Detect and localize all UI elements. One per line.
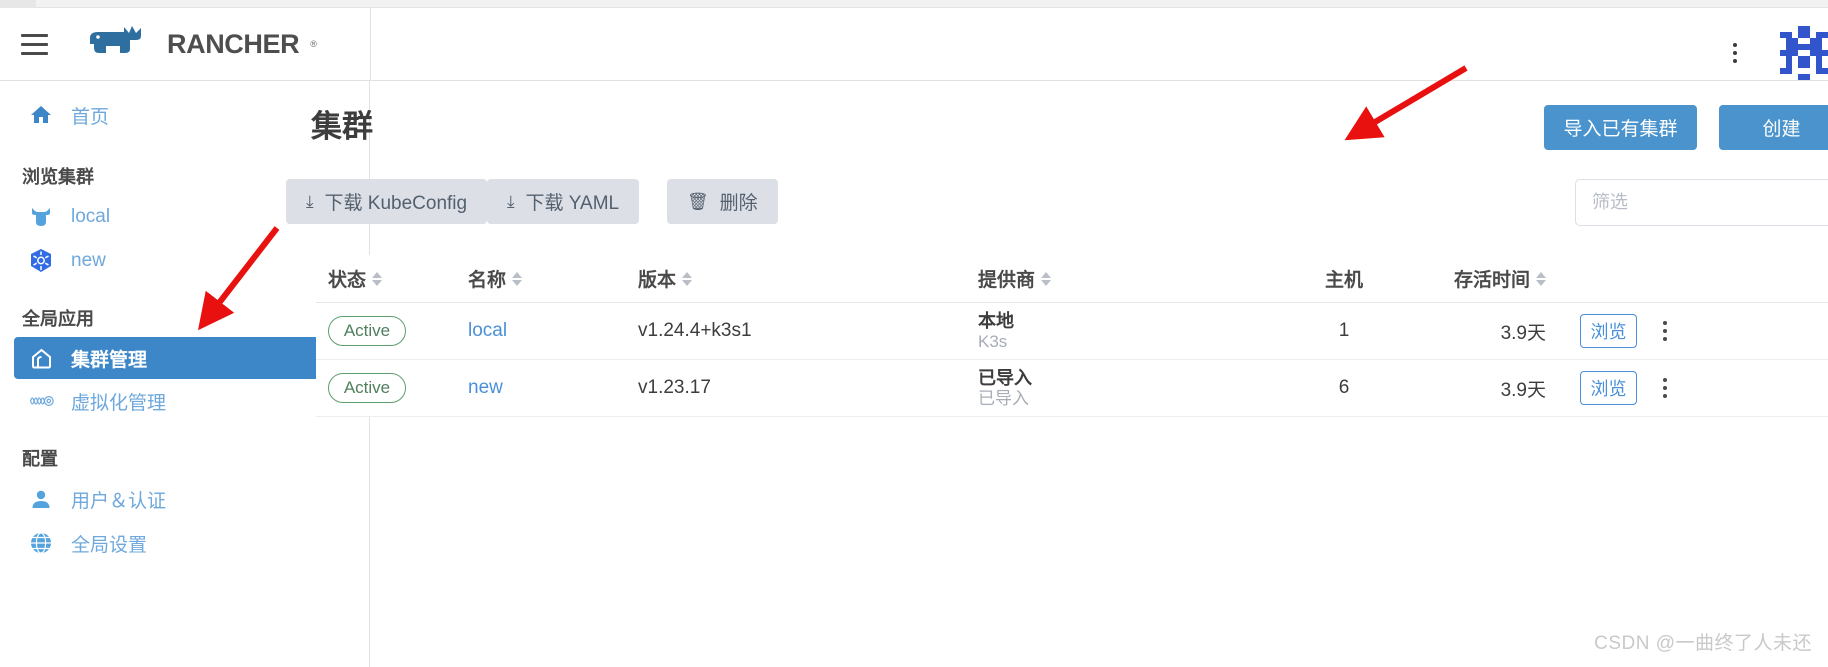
window-chrome-strip — [0, 0, 1828, 8]
delete-button[interactable]: 🗑 删除 — [667, 179, 778, 224]
filter-input[interactable] — [1575, 179, 1828, 226]
status-badge: Active — [328, 316, 406, 346]
cell-age: 3.9天 — [1500, 322, 1546, 344]
sidebar-item-virtualization-label: 虚拟化管理 — [71, 392, 167, 414]
header-sidebar-divider — [370, 8, 371, 81]
sidebar-group-configuration: 配置 — [22, 449, 58, 469]
sidebar-item-cluster-management[interactable]: 集群管理 — [14, 337, 341, 379]
cell-version: v1.23.17 — [638, 377, 711, 398]
table-header-row: 状态 名称 版本 提供商 主机 存活时间 — [316, 255, 1828, 303]
download-icon: ⤓ — [306, 191, 314, 211]
cell-state: Active — [316, 316, 468, 346]
sidebar-item-users-auth[interactable]: 用户＆认证 — [0, 477, 369, 521]
table-row[interactable]: Active new v1.23.17 已导入 已导入 6 3.9天 浏览 — [316, 360, 1828, 417]
sidebar-item-new[interactable]: new — [0, 239, 369, 283]
main-content: 集群 导入已有集群 创建 ⤓ 下载 KubeConfig ⤓ 下载 YAML 🗑… — [286, 81, 1828, 667]
cell-name: local — [468, 320, 638, 342]
column-header-provider-label: 提供商 — [978, 270, 1036, 291]
window-chrome-nub — [0, 0, 36, 8]
provider-name: 已导入 — [978, 367, 1032, 388]
header-right-cluster — [1718, 16, 1828, 89]
cell-name: new — [468, 377, 638, 399]
provider-sub: K3s — [978, 331, 1008, 351]
sort-icon[interactable] — [372, 271, 383, 286]
column-header-state-label: 状态 — [328, 270, 367, 291]
sidebar-item-local-label: local — [71, 206, 111, 227]
sort-icon[interactable] — [512, 271, 523, 286]
sidebar-group-global-apps: 全局应用 — [22, 309, 94, 329]
sidebar-item-global-settings[interactable]: 全局设置 — [0, 521, 369, 565]
sidebar-item-global-settings-label: 全局设置 — [71, 534, 148, 556]
status-badge: Active — [328, 373, 406, 403]
sort-icon[interactable] — [682, 271, 693, 286]
provider-name: 本地 — [978, 310, 1014, 331]
virtualization-icon — [28, 388, 54, 414]
delete-label: 删除 — [719, 193, 758, 214]
rancher-cow-logo-icon — [84, 22, 158, 67]
download-icon: ⤓ — [507, 191, 515, 211]
download-yaml-button[interactable]: ⤓ 下载 YAML — [487, 179, 640, 224]
cell-state: Active — [316, 373, 468, 403]
cell-hosts: 1 — [1338, 320, 1350, 341]
column-header-state[interactable]: 状态 — [316, 265, 468, 292]
avatar[interactable] — [1780, 25, 1828, 80]
import-existing-cluster-button[interactable]: 导入已有集群 — [1544, 105, 1697, 150]
column-header-provider[interactable]: 提供商 — [978, 265, 1284, 292]
cluster-name-link[interactable]: new — [468, 377, 503, 398]
cluster-management-icon — [28, 345, 54, 371]
column-header-age-label: 存活时间 — [1453, 270, 1530, 291]
home-icon — [28, 102, 54, 128]
trash-icon: 🗑 — [687, 191, 709, 211]
kubernetes-icon — [28, 248, 54, 274]
page-title: 集群 — [311, 109, 373, 144]
cell-provider: 本地 K3s — [978, 311, 1284, 351]
download-yaml-label: 下载 YAML — [525, 193, 620, 214]
sidebar-item-new-label: new — [71, 250, 106, 271]
brand-trademark: ® — [310, 39, 317, 49]
column-header-name-label: 名称 — [468, 270, 507, 291]
cell-version: v1.24.4+k3s1 — [638, 320, 752, 341]
cell-provider: 已导入 已导入 — [978, 368, 1284, 408]
sort-icon[interactable] — [1536, 271, 1546, 286]
download-kubeconfig-label: 下载 KubeConfig — [324, 193, 468, 214]
rancher-cow-icon — [28, 204, 54, 230]
cluster-name-link[interactable]: local — [468, 320, 507, 341]
cell-actions: 浏览 — [1554, 371, 1714, 405]
sort-icon[interactable] — [1041, 271, 1052, 286]
column-header-name[interactable]: 名称 — [468, 265, 638, 292]
clusters-table: 状态 名称 版本 提供商 主机 存活时间 Active local v1.24.… — [316, 255, 1828, 417]
column-header-hosts-label: 主机 — [1324, 270, 1363, 291]
create-button[interactable]: 创建 — [1719, 105, 1828, 150]
header-kebab-icon[interactable] — [1718, 33, 1752, 73]
watermark: CSDN @一曲终了人未还 — [1594, 633, 1812, 654]
column-header-age[interactable]: 存活时间 — [1404, 265, 1554, 292]
brand-name: RANCHER — [167, 28, 300, 59]
sidebar: 首页 浏览集群 local new 全局应用 集群管理 虚拟化管理 配置 用户＆… — [0, 81, 370, 667]
row-kebab-icon[interactable] — [1663, 378, 1667, 398]
column-header-version-label: 版本 — [638, 270, 677, 291]
hamburger-icon[interactable] — [14, 24, 54, 64]
cell-actions: 浏览 — [1554, 314, 1714, 348]
cell-age: 3.9天 — [1500, 379, 1546, 401]
explore-button[interactable]: 浏览 — [1580, 371, 1637, 405]
row-kebab-icon[interactable] — [1663, 321, 1667, 341]
column-header-hosts: 主机 — [1284, 265, 1404, 292]
column-header-version[interactable]: 版本 — [638, 265, 978, 292]
sidebar-item-virtualization[interactable]: 虚拟化管理 — [0, 379, 369, 423]
sidebar-item-home-label: 首页 — [71, 106, 110, 128]
provider-sub: 已导入 — [978, 388, 1029, 408]
user-icon — [28, 486, 54, 512]
rancher-logo[interactable]: RANCHER ® — [84, 22, 317, 67]
table-row[interactable]: Active local v1.24.4+k3s1 本地 K3s 1 3.9天 … — [316, 303, 1828, 360]
app-header: RANCHER ® — [0, 8, 1828, 81]
explore-button[interactable]: 浏览 — [1580, 314, 1637, 348]
sidebar-item-cluster-management-label: 集群管理 — [71, 349, 148, 371]
download-kubeconfig-button[interactable]: ⤓ 下载 KubeConfig — [286, 179, 488, 224]
cell-hosts: 6 — [1338, 377, 1350, 398]
app-root: RANCHER ® 首页 浏览集群 local new 全局应用 集群管理 虚拟… — [0, 0, 1828, 667]
globe-icon — [28, 530, 54, 556]
sidebar-item-users-auth-label: 用户＆认证 — [71, 490, 167, 512]
